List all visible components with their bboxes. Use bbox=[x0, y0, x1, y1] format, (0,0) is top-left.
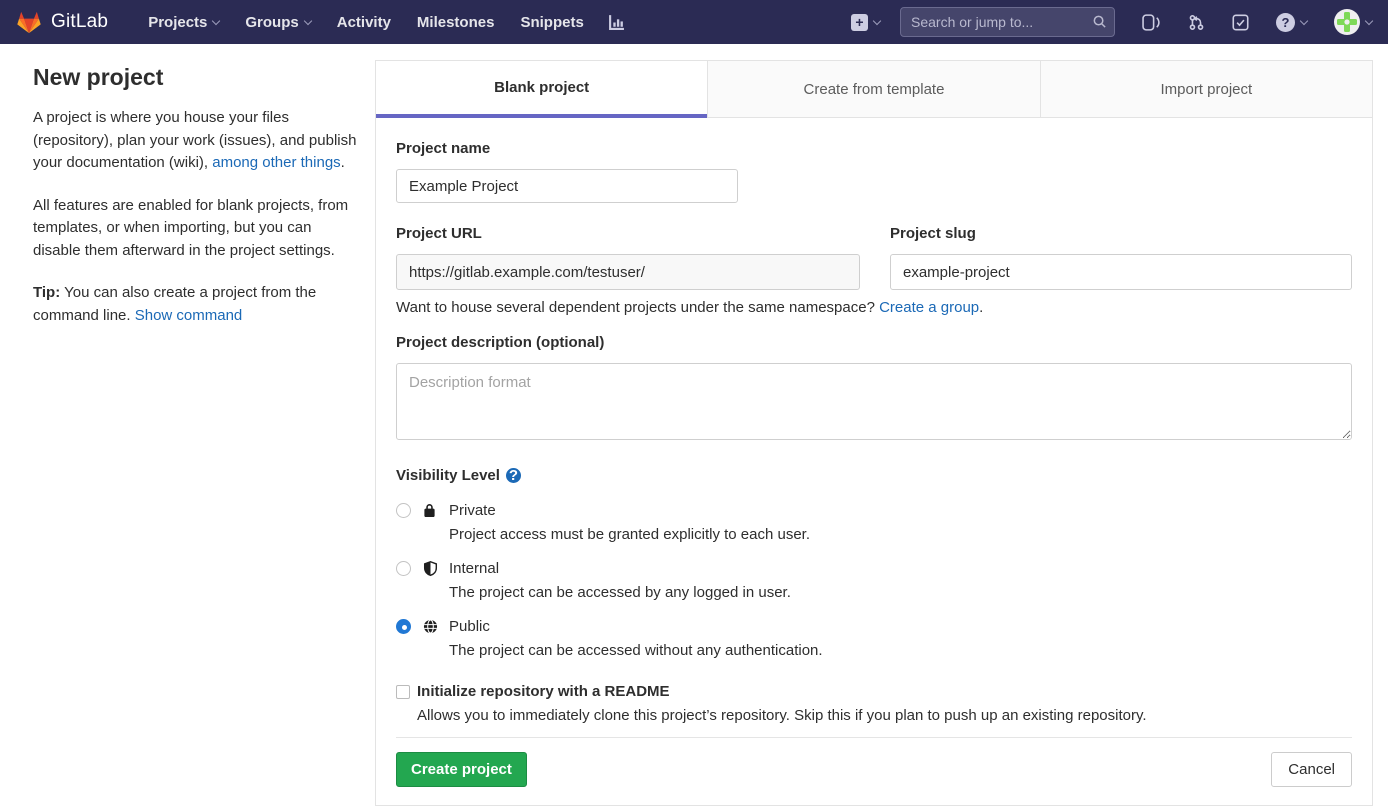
intro-paragraph-2: All features are enabled for blank proje… bbox=[33, 195, 360, 263]
public-option-label: Public bbox=[449, 618, 1352, 635]
issues-button[interactable] bbox=[1142, 14, 1161, 31]
visibility-help-icon[interactable]: ? bbox=[506, 468, 521, 483]
internal-radio[interactable] bbox=[396, 561, 411, 576]
project-url-label: Project URL bbox=[396, 225, 860, 242]
tab-create-from-template[interactable]: Create from template bbox=[707, 61, 1039, 118]
chevron-down-icon bbox=[1300, 16, 1308, 24]
internal-option-description: The project can be accessed by any logge… bbox=[449, 584, 1352, 601]
create-a-group-link[interactable]: Create a group bbox=[879, 299, 979, 316]
nav-item-activity[interactable]: Activity bbox=[337, 14, 391, 31]
readme-label: Initialize repository with a README bbox=[417, 683, 1352, 700]
project-name-group: Project name bbox=[396, 140, 1352, 203]
nav-item-groups[interactable]: Groups bbox=[245, 14, 310, 31]
intro-paragraph-1: A project is where you house your files … bbox=[33, 107, 360, 175]
project-url-input[interactable] bbox=[396, 254, 860, 290]
project-type-tabs: Blank project Create from template Impor… bbox=[376, 61, 1372, 118]
todos-icon bbox=[1232, 14, 1249, 31]
merge-requests-button[interactable] bbox=[1188, 14, 1205, 31]
top-navbar: GitLab Projects Groups Activity Mileston… bbox=[0, 0, 1388, 44]
readme-option: Initialize repository with a README Allo… bbox=[396, 683, 1352, 724]
todos-button[interactable] bbox=[1232, 14, 1249, 31]
internal-option-label: Internal bbox=[449, 560, 1352, 577]
cancel-button[interactable]: Cancel bbox=[1271, 752, 1352, 787]
chevron-down-icon bbox=[212, 16, 220, 24]
globe-icon bbox=[423, 619, 438, 634]
search-icon[interactable] bbox=[1092, 14, 1107, 29]
intro-tip: Tip: You can also create a project from … bbox=[33, 282, 360, 327]
shield-icon bbox=[423, 560, 438, 577]
url-slug-row: Project URL Project slug bbox=[396, 225, 1352, 290]
project-slug-input[interactable] bbox=[890, 254, 1352, 290]
chevron-down-icon bbox=[873, 16, 881, 24]
tip-label: Tip: bbox=[33, 284, 60, 301]
visibility-option-public: Public The project can be accessed witho… bbox=[396, 618, 1352, 659]
new-menu-button[interactable]: + bbox=[851, 14, 880, 31]
project-description-group: Project description (optional) bbox=[396, 334, 1352, 445]
search-input[interactable] bbox=[900, 7, 1115, 37]
namespace-hint: Want to house several dependent projects… bbox=[396, 299, 1352, 316]
brand-name: GitLab bbox=[51, 11, 108, 33]
user-menu-button[interactable] bbox=[1334, 9, 1372, 35]
project-description-label: Project description (optional) bbox=[396, 334, 1352, 351]
intro-sidebar: New project A project is where you house… bbox=[33, 60, 360, 806]
visibility-option-internal: Internal The project can be accessed by … bbox=[396, 560, 1352, 601]
private-option-description: Project access must be granted explicitl… bbox=[449, 526, 1352, 543]
project-slug-label: Project slug bbox=[890, 225, 1352, 242]
help-icon: ? bbox=[1276, 13, 1295, 32]
primary-nav: Projects Groups Activity Milestones Snip… bbox=[122, 14, 625, 31]
gitlab-tanuki-icon bbox=[16, 10, 42, 34]
project-name-label: Project name bbox=[396, 140, 1352, 157]
readme-description: Allows you to immediately clone this pro… bbox=[417, 707, 1352, 724]
lock-icon bbox=[423, 503, 436, 518]
project-name-input[interactable] bbox=[396, 169, 738, 203]
visibility-option-private: Private Project access must be granted e… bbox=[396, 502, 1352, 543]
issues-icon bbox=[1142, 14, 1161, 31]
merge-requests-icon bbox=[1188, 14, 1205, 31]
nav-item-milestones[interactable]: Milestones bbox=[417, 14, 495, 31]
create-project-button[interactable]: Create project bbox=[396, 752, 527, 787]
readme-checkbox[interactable] bbox=[396, 685, 410, 699]
help-menu-button[interactable]: ? bbox=[1276, 13, 1307, 32]
public-option-description: The project can be accessed without any … bbox=[449, 642, 1352, 659]
tab-blank-project[interactable]: Blank project bbox=[376, 61, 707, 118]
bar-chart-icon bbox=[608, 14, 625, 31]
tab-import-project[interactable]: Import project bbox=[1040, 61, 1372, 118]
page-content: New project A project is where you house… bbox=[0, 44, 1388, 806]
nav-item-projects[interactable]: Projects bbox=[148, 14, 219, 31]
chevron-down-icon bbox=[303, 16, 311, 24]
form-footer: Create project Cancel bbox=[396, 737, 1352, 805]
nav-item-snippets[interactable]: Snippets bbox=[520, 14, 583, 31]
avatar bbox=[1334, 9, 1360, 35]
project-description-textarea[interactable] bbox=[396, 363, 1352, 440]
private-radio[interactable] bbox=[396, 503, 411, 518]
plus-icon: + bbox=[851, 14, 868, 31]
among-other-things-link[interactable]: among other things bbox=[212, 154, 340, 171]
private-option-label: Private bbox=[449, 502, 1352, 519]
chevron-down-icon bbox=[1365, 16, 1373, 24]
analytics-button[interactable] bbox=[608, 14, 625, 31]
new-project-panel: Blank project Create from template Impor… bbox=[375, 60, 1373, 806]
search-box bbox=[900, 7, 1115, 37]
show-command-link[interactable]: Show command bbox=[135, 307, 243, 324]
gitlab-home-link[interactable]: GitLab bbox=[16, 10, 108, 34]
new-project-form: Project name Project URL Project slug Wa… bbox=[376, 118, 1372, 805]
page-title: New project bbox=[33, 64, 360, 91]
public-radio[interactable] bbox=[396, 619, 411, 634]
visibility-level-heading: Visibility Level ? bbox=[396, 467, 1352, 484]
